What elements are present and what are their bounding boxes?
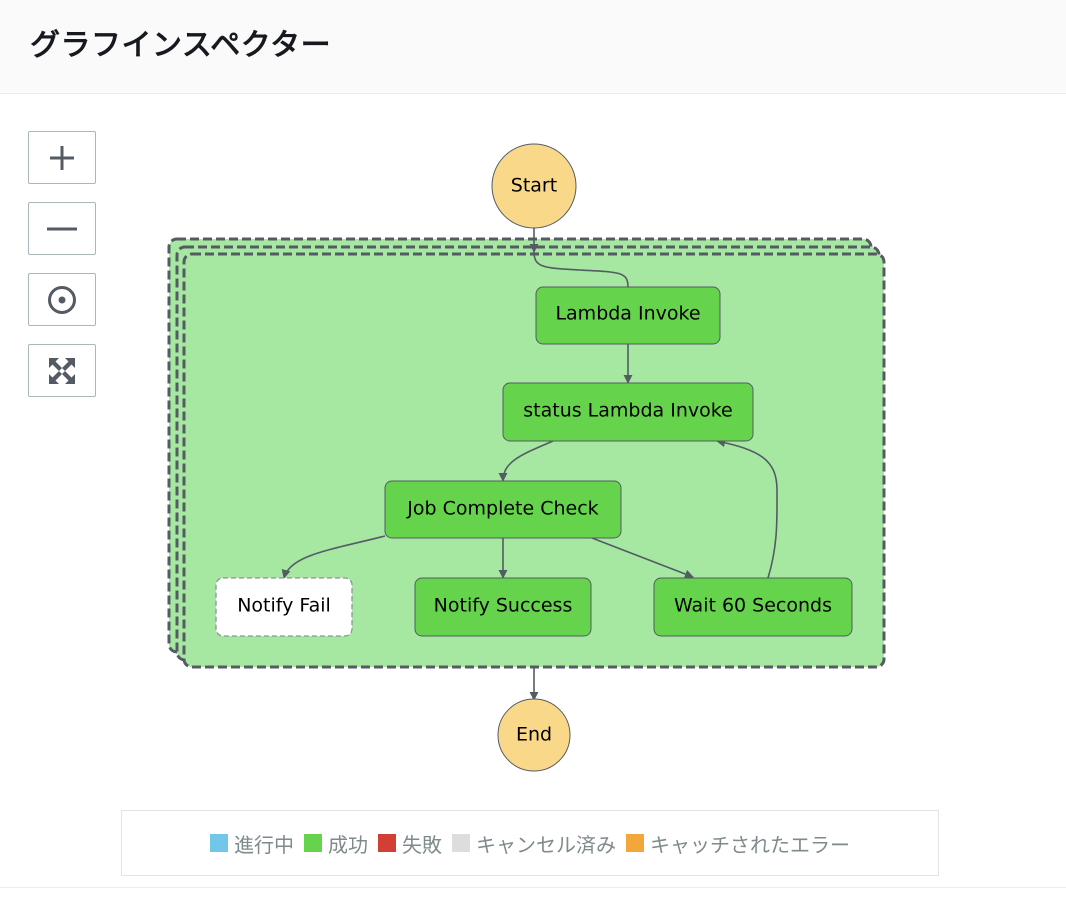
start-label: Start [511,175,557,197]
legend-item-success: 成功 [304,829,368,858]
state-label: Job Complete Check [406,498,598,520]
start-node[interactable]: Start [491,143,577,229]
state-label: status Lambda Invoke [523,400,733,422]
state-label: Notify Success [434,595,573,617]
state-status-lambda-invoke[interactable]: status Lambda Invoke [502,382,754,442]
legend-swatch [626,834,644,852]
legend-swatch [452,834,470,852]
legend-item-caught-error: キャッチされたエラー [626,829,850,858]
legend-item-cancelled: キャンセル済み [452,829,616,858]
legend-swatch [210,834,228,852]
state-notify-success[interactable]: Notify Success [414,577,592,637]
end-node[interactable]: End [497,698,571,772]
legend-label: 失敗 [402,832,442,857]
legend-swatch [378,834,396,852]
divider [0,887,1066,888]
state-label: Notify Fail [237,595,331,617]
state-wait-60-seconds[interactable]: Wait 60 Seconds [653,577,853,637]
legend-label: 成功 [328,832,368,857]
legend-label: 進行中 [234,832,294,857]
state-job-complete-check[interactable]: Job Complete Check [384,480,622,539]
status-legend: 進行中 成功 失敗 キャンセル済み キャッチされたエラー [121,810,939,876]
legend-label: キャッチされたエラー [650,832,850,857]
end-label: End [516,724,552,746]
legend-item-failed: 失敗 [378,829,442,858]
legend-swatch [304,834,322,852]
legend-label: キャンセル済み [476,832,616,857]
state-notify-fail[interactable]: Notify Fail [215,577,353,637]
page-title: グラフインスペクター [30,28,332,63]
state-label: Wait 60 Seconds [674,595,832,617]
state-lambda-invoke[interactable]: Lambda Invoke [535,286,721,345]
state-label: Lambda Invoke [555,303,700,325]
state-machine-graph[interactable]: Start End Lambda Invoke status Lambda In… [0,94,1066,804]
legend-item-in-progress: 進行中 [210,829,294,858]
panel-header: グラフインスペクター [0,0,1066,94]
